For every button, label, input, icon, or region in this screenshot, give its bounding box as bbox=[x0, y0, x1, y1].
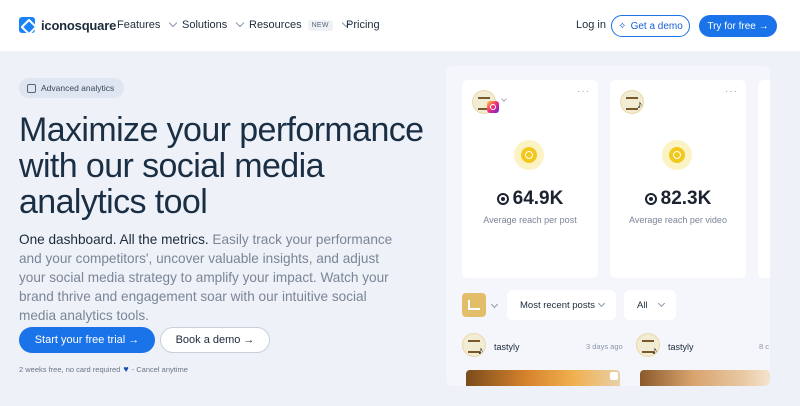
get-demo-label: Get a demo bbox=[630, 20, 683, 32]
nav-solutions-label: Solutions bbox=[182, 19, 228, 31]
tiktok-icon: ♪ bbox=[478, 345, 484, 357]
metric-label: Average reach per video bbox=[629, 215, 727, 225]
new-badge: NEW bbox=[307, 19, 333, 31]
scope-select[interactable]: All bbox=[624, 290, 676, 320]
metric-label: Average reach per post bbox=[483, 215, 577, 225]
advanced-analytics-badge: Advanced analytics bbox=[19, 78, 125, 98]
tiktok-icon: ♪ bbox=[637, 99, 643, 111]
iconosquare-logo-icon bbox=[19, 17, 35, 33]
image-icon bbox=[610, 372, 618, 380]
login-link[interactable]: Log in bbox=[576, 19, 606, 31]
chevron-down-icon bbox=[597, 299, 606, 308]
metric-card: ♪ ··· 82.3K Average reach per video bbox=[610, 80, 746, 278]
reach-icon bbox=[496, 193, 509, 205]
metric-card-partial bbox=[758, 80, 770, 278]
chevron-down-icon bbox=[490, 300, 499, 309]
more-options-icon[interactable]: ··· bbox=[577, 86, 590, 97]
post-time: 3 days ago bbox=[586, 342, 623, 351]
chevron-down-icon bbox=[657, 299, 666, 308]
page-title: Maximize your performance with our socia… bbox=[19, 111, 424, 221]
instagram-icon bbox=[487, 101, 499, 113]
trial-note-pre: 2 weeks free, no card required bbox=[19, 364, 121, 374]
sort-select[interactable]: Most recent posts bbox=[507, 290, 616, 320]
rocket-icon: ✧ bbox=[618, 20, 627, 32]
nav-pricing-label: Pricing bbox=[346, 19, 380, 31]
target-icon bbox=[514, 140, 544, 170]
logo-text: iconosquare bbox=[41, 17, 117, 33]
metric-value-row: 64.9K bbox=[462, 188, 598, 210]
post-time: 8 c bbox=[759, 342, 770, 351]
metric-value: 82.3K bbox=[660, 188, 712, 209]
target-icon bbox=[662, 140, 692, 170]
chevron-down-icon bbox=[169, 18, 178, 28]
chevron-down-icon bbox=[236, 18, 245, 28]
post-author: tastyly bbox=[668, 342, 694, 352]
trial-note-post: - Cancel anytime bbox=[131, 364, 188, 374]
nav-pricing[interactable]: Pricing bbox=[346, 19, 380, 31]
get-demo-button[interactable]: ✧ Get a demo bbox=[611, 15, 690, 37]
badge-label: Advanced analytics bbox=[41, 83, 115, 93]
nav-resources-label: Resources bbox=[249, 19, 302, 31]
chart-icon bbox=[27, 83, 36, 93]
trial-note: 2 weeks free, no card required ♥ - Cance… bbox=[19, 364, 188, 374]
filter-icon[interactable] bbox=[462, 293, 486, 317]
sort-select-value: Most recent posts bbox=[520, 299, 595, 311]
scope-select-value: All bbox=[637, 299, 648, 311]
top-nav: iconosquare Features Solutions Resources… bbox=[0, 0, 800, 51]
nav-resources[interactable]: Resources NEW bbox=[249, 18, 351, 31]
tiktok-icon: ♪ bbox=[652, 345, 658, 357]
reach-icon bbox=[644, 193, 657, 205]
logo[interactable]: iconosquare bbox=[19, 17, 116, 33]
try-for-free-button[interactable]: Try for free → bbox=[699, 15, 777, 37]
nav-solutions[interactable]: Solutions bbox=[182, 18, 245, 31]
nav-features-label: Features bbox=[117, 19, 161, 31]
heart-icon: ♥ bbox=[123, 364, 129, 374]
book-demo-button[interactable]: Book a demo → bbox=[160, 327, 270, 353]
chevron-down-icon bbox=[501, 96, 507, 102]
dashboard-preview: ··· 64.9K Average reach per post ♪ ··· 8… bbox=[446, 66, 770, 386]
hero-description-lead: One dashboard. All the metrics. bbox=[19, 232, 209, 247]
more-options-icon[interactable]: ··· bbox=[725, 86, 738, 97]
post-author: tastyly bbox=[494, 342, 520, 352]
metric-value: 64.9K bbox=[512, 188, 564, 209]
hero-description: One dashboard. All the metrics. Easily t… bbox=[19, 230, 403, 325]
nav-features[interactable]: Features bbox=[117, 18, 178, 31]
start-free-trial-button[interactable]: Start your free trial → bbox=[19, 327, 155, 353]
post-image[interactable] bbox=[640, 370, 770, 386]
metric-card: ··· 64.9K Average reach per post bbox=[462, 80, 598, 278]
metric-value-row: 82.3K bbox=[610, 188, 746, 210]
post-image[interactable] bbox=[466, 370, 620, 386]
